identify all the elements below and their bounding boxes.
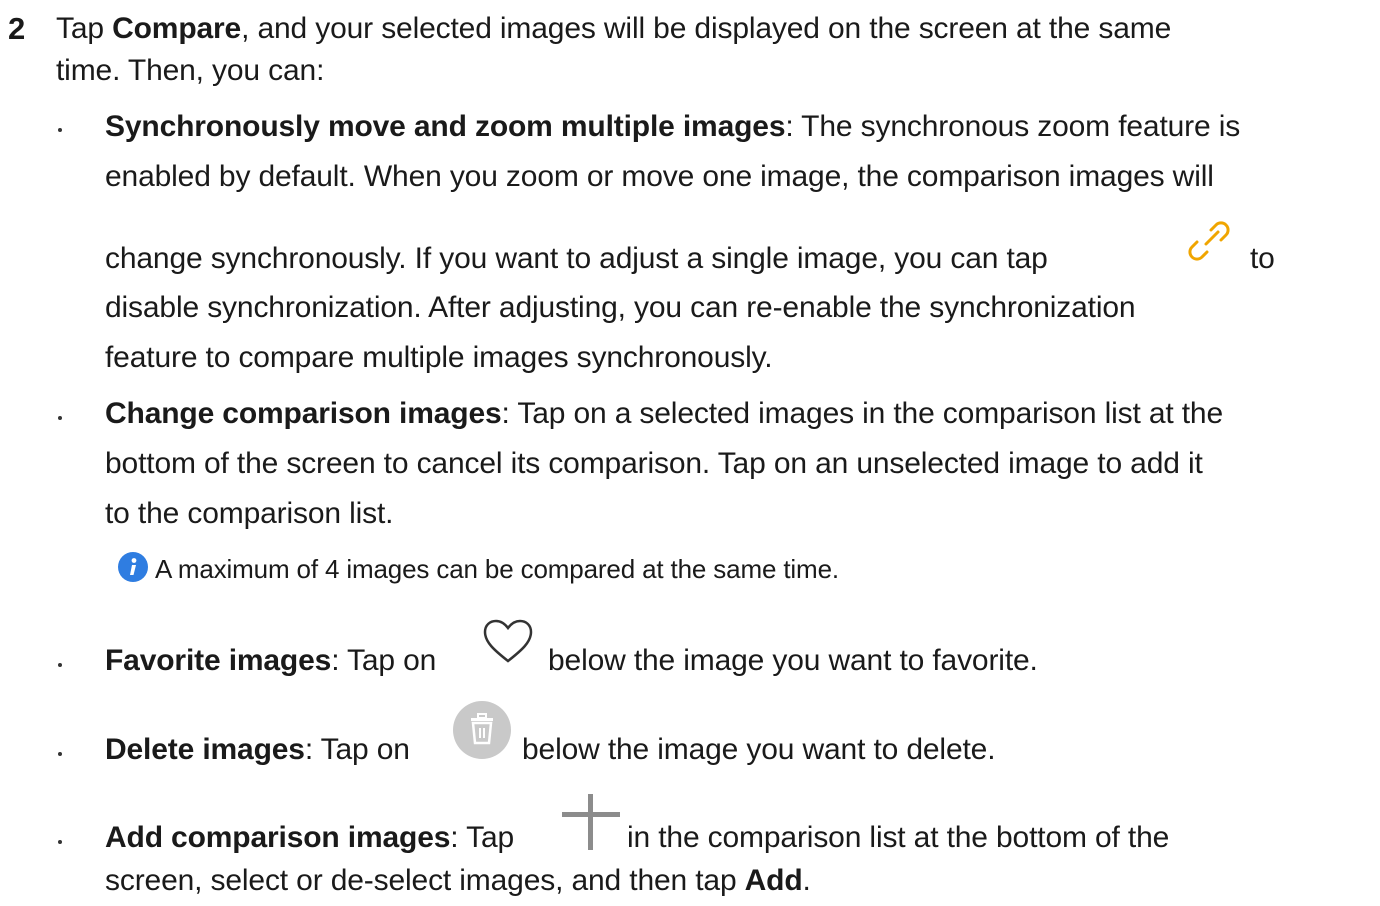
bullet-dot	[58, 752, 62, 756]
add-line-1-end: in the comparison list at the bottom of …	[627, 821, 1170, 854]
text: Tap	[56, 12, 113, 45]
text: : Tap on a selected images in the compar…	[501, 397, 1224, 430]
heart-icon	[483, 619, 533, 663]
sync-line-2: enabled by default. When you zoom or mov…	[105, 160, 1214, 193]
delete-line-1-end: below the image you want to delete.	[522, 733, 996, 766]
info-icon	[118, 552, 148, 582]
sync-line-1: Synchronously move and zoom multiple ima…	[105, 106, 1240, 148]
change-title: Change comparison images	[105, 397, 502, 430]
add-title: Add comparison images	[105, 821, 451, 854]
bullet-dot	[58, 416, 62, 420]
add-line-2: screen, select or de-select images, and …	[105, 860, 811, 902]
step-line-2: time. Then, you can:	[56, 54, 325, 87]
favorite-title: Favorite images	[105, 644, 332, 677]
bullet-dot	[58, 128, 62, 132]
text: : Tap	[450, 821, 515, 854]
text: change synchronously. If you want to adj…	[105, 242, 1048, 275]
add-label: Add	[744, 864, 803, 897]
change-line-3: to the comparison list.	[105, 497, 394, 530]
change-line-2: bottom of the screen to cancel its compa…	[105, 447, 1203, 480]
sync-line-5: feature to compare multiple images synch…	[105, 341, 773, 374]
change-line-1: Change comparison images: Tap on a selec…	[105, 393, 1223, 435]
link-icon	[1188, 221, 1230, 261]
text: : Tap on	[331, 644, 437, 677]
text: : Tap on	[304, 733, 410, 766]
sync-title: Synchronously move and zoom multiple ima…	[105, 110, 786, 143]
text: : The synchronous zoom feature is	[785, 110, 1241, 143]
trash-icon	[453, 701, 511, 759]
compare-label: Compare	[112, 12, 242, 45]
text: , and your selected images will be displ…	[241, 12, 1172, 45]
favorite-line-1: Favorite images: Tap on	[105, 640, 436, 682]
bullet-dot	[58, 840, 62, 844]
sync-line-3: change synchronously. If you want to adj…	[105, 238, 1048, 280]
step-number: 2	[8, 11, 26, 46]
bullet-dot	[58, 663, 62, 667]
favorite-line-1-end: below the image you want to favorite.	[548, 644, 1038, 677]
step-line-1: Tap Compare, and your selected images wi…	[56, 8, 1171, 50]
add-line-1: Add comparison images: Tap	[105, 817, 514, 859]
text: .	[802, 864, 811, 897]
plus-icon	[562, 794, 620, 850]
text: screen, select or de-select images, and …	[105, 864, 745, 897]
delete-line-1: Delete images: Tap on	[105, 729, 410, 771]
sync-line-4: disable synchronization. After adjusting…	[105, 291, 1136, 324]
sync-line-3-end: to	[1250, 242, 1275, 275]
note-text: A maximum of 4 images can be compared at…	[155, 554, 839, 584]
delete-title: Delete images	[105, 733, 305, 766]
